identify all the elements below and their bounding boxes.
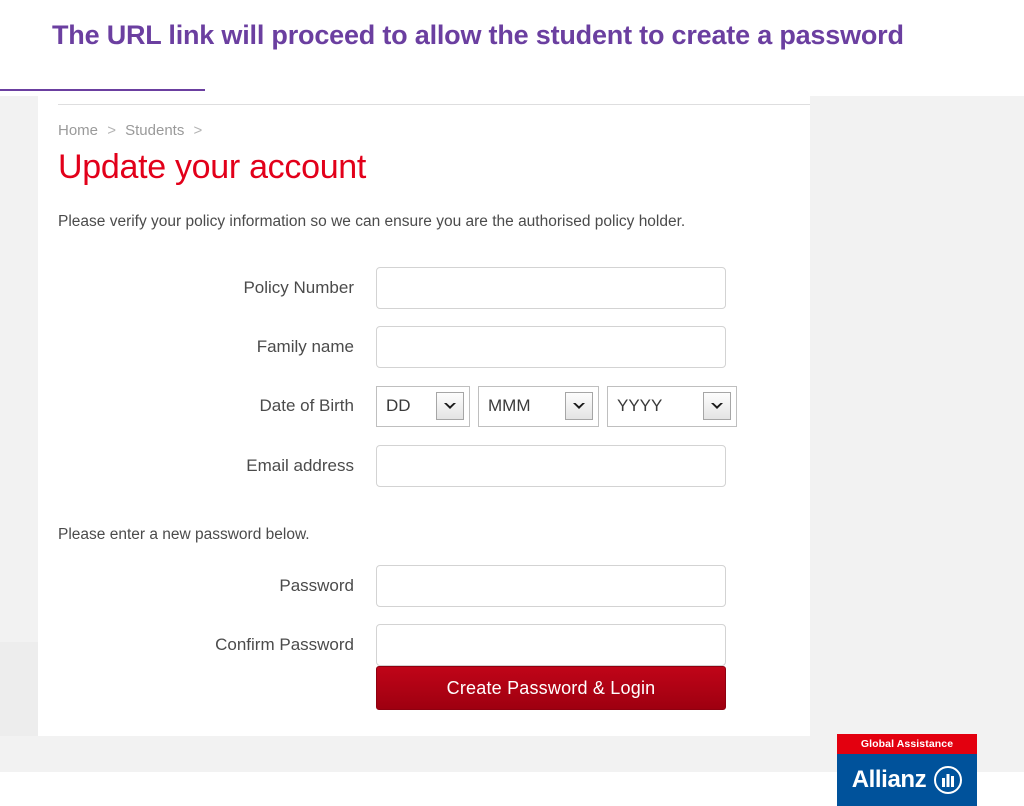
label-policy-number: Policy Number bbox=[243, 278, 354, 297]
family-name-input[interactable] bbox=[376, 326, 726, 368]
form-row-policy-number: Policy Number bbox=[58, 266, 788, 310]
label-password: Password bbox=[279, 576, 354, 595]
label-confirm-password: Confirm Password bbox=[215, 635, 354, 654]
breadcrumb-separator: > bbox=[107, 122, 116, 139]
date-of-birth-group: DD MMM YYYY bbox=[376, 385, 737, 427]
form-row-date-of-birth: Date of Birth DD MMM YYYY bbox=[58, 384, 788, 428]
policy-number-input[interactable] bbox=[376, 267, 726, 309]
intro-paragraph: Please verify your policy information so… bbox=[58, 213, 686, 230]
page-title: Update your account bbox=[58, 148, 367, 186]
breadcrumb: Home > Students > bbox=[58, 122, 207, 139]
logo-wordmark-text: Allianz bbox=[851, 766, 927, 793]
dob-year-value: YYYY bbox=[617, 396, 663, 415]
submit-row: Create Password & Login bbox=[58, 666, 788, 710]
allianz-bars-icon bbox=[934, 766, 963, 794]
label-email-address: Email address bbox=[246, 456, 354, 475]
dob-month-select[interactable]: MMM bbox=[478, 385, 599, 427]
label-family-name: Family name bbox=[256, 337, 354, 356]
slide-title-underline bbox=[0, 89, 205, 91]
form-row-confirm-password: Confirm Password bbox=[58, 623, 788, 667]
breadcrumb-separator-trailing: > bbox=[193, 122, 203, 139]
logo-global-assistance-band: Global Assistance bbox=[837, 734, 977, 754]
slide-title: The URL link will proceed to allow the s… bbox=[52, 20, 904, 50]
logo-global-assistance-text: Global Assistance bbox=[860, 738, 954, 750]
content-panel: Home > Students > Update your account Pl… bbox=[38, 96, 810, 736]
browser-page-canvas: Home > Students > Update your account Pl… bbox=[0, 96, 1024, 806]
form-row-email-address: Email address bbox=[58, 444, 788, 488]
breadcrumb-item-home[interactable]: Home bbox=[58, 122, 98, 139]
password-helper-text: Please enter a new password below. bbox=[58, 526, 310, 543]
dob-year-select[interactable]: YYYY bbox=[607, 385, 737, 427]
dob-day-value: DD bbox=[386, 396, 411, 415]
create-password-login-button[interactable]: Create Password & Login bbox=[376, 666, 726, 710]
logo-allianz-band: Allianz bbox=[837, 754, 977, 806]
chevron-down-icon[interactable] bbox=[436, 392, 464, 420]
chevron-down-icon[interactable] bbox=[565, 392, 593, 420]
dob-month-value: MMM bbox=[488, 396, 531, 415]
label-date-of-birth: Date of Birth bbox=[259, 396, 355, 415]
password-input[interactable] bbox=[376, 565, 726, 607]
form-row-password: Password bbox=[58, 564, 788, 608]
page-background-strip bbox=[0, 642, 38, 736]
confirm-password-input[interactable] bbox=[376, 624, 726, 666]
email-address-input[interactable] bbox=[376, 445, 726, 487]
form-row-family-name: Family name bbox=[58, 325, 788, 369]
chevron-down-icon[interactable] bbox=[703, 392, 731, 420]
allianz-logo: Global Assistance Allianz bbox=[837, 734, 977, 806]
breadcrumb-item-students[interactable]: Students bbox=[125, 122, 184, 139]
panel-top-divider bbox=[58, 104, 810, 105]
dob-day-select[interactable]: DD bbox=[376, 385, 470, 427]
